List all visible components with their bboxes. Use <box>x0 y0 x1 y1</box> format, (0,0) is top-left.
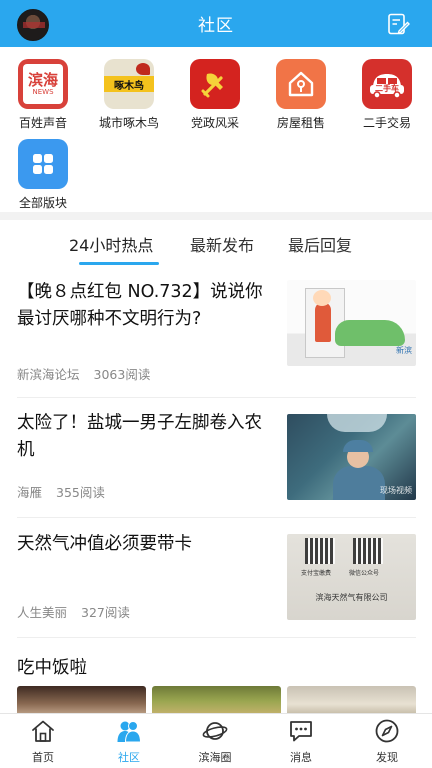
active-tab-indicator <box>79 262 159 265</box>
board-party-style[interactable]: 党政风采 <box>172 47 258 130</box>
board-bai-xing-sheng-yin[interactable]: 滨海 NEWS 百姓声音 <box>0 47 86 130</box>
post-read-count: 355阅读 <box>56 485 105 500</box>
bottom-navigation: 首页 社区 滨海圈 消息 发现 <box>0 713 432 768</box>
post-title: 【晚８点红包 NO.732】说说你最讨厌哪种不文明行为? <box>17 282 263 329</box>
board-label: 全部版块 <box>18 196 67 210</box>
used-car-icon: 二手车 <box>362 59 412 109</box>
nav-label: 消息 <box>290 751 312 764</box>
top-header: 社区 <box>0 0 432 47</box>
post-meta: 新滨海论坛 3063阅读 <box>17 364 150 383</box>
board-second-hand-trade[interactable]: 二手车 二手交易 <box>344 47 430 130</box>
post-image[interactable] <box>152 686 281 716</box>
nav-label: 滨海圈 <box>198 751 232 764</box>
feed-item[interactable]: 太险了！盐城一男子左脚卷入农机 海雁 355阅读 现场视频 <box>0 398 432 518</box>
post-read-count: 3063阅读 <box>93 367 151 382</box>
compass-icon <box>375 719 399 743</box>
news-icon-subtext: NEWS <box>32 88 54 96</box>
post-source: 新滨海论坛 <box>17 367 80 382</box>
board-house-rental[interactable]: 房屋租售 <box>258 47 344 130</box>
post-thumbnail: 支付宝缴费 微信公众号 滨海天然气有限公司 <box>287 534 416 620</box>
post-title[interactable]: 吃中饭啦 <box>17 654 87 679</box>
thumbnail-caption: 支付宝缴费 <box>301 570 332 577</box>
user-avatar[interactable] <box>17 9 49 41</box>
thumbnail-caption: 微信公众号 <box>349 570 380 577</box>
planet-icon <box>202 722 228 740</box>
all-boards-icon <box>18 139 68 189</box>
tab-24h-hot[interactable]: 24小时热点 <box>69 232 153 256</box>
board-label: 党政风采 <box>190 116 239 130</box>
board-all-boards[interactable]: 全部版块 <box>0 127 86 210</box>
nav-label: 社区 <box>118 751 140 764</box>
tab-last-reply[interactable]: 最后回复 <box>288 232 352 256</box>
thumbnail-logo: 新滨 <box>396 346 412 355</box>
news-icon-text: 滨海 <box>27 71 58 89</box>
post-meta: 人生美丽 327阅读 <box>17 602 130 621</box>
used-car-icon-text: 二手车 <box>375 84 399 93</box>
post-title: 天然气冲值必须要带卡 <box>17 534 192 554</box>
nav-home[interactable]: 首页 <box>0 714 86 768</box>
home-icon <box>32 720 54 742</box>
nav-binhai-circle[interactable]: 滨海圈 <box>172 714 258 768</box>
nav-community[interactable]: 社区 <box>86 714 172 768</box>
post-meta: 海雁 355阅读 <box>17 482 105 501</box>
board-label: 二手交易 <box>362 116 411 130</box>
party-emblem-icon <box>190 59 240 109</box>
post-image[interactable] <box>287 686 416 716</box>
post-thumbnail: 新滨 <box>287 280 416 366</box>
board-label: 房屋租售 <box>276 116 325 130</box>
community-icon <box>117 721 142 743</box>
thumbnail-watermark: 现场视频 <box>380 486 412 495</box>
nav-label: 首页 <box>32 751 54 764</box>
post-image[interactable] <box>17 686 146 716</box>
nav-messages[interactable]: 消息 <box>258 714 344 768</box>
feed-item[interactable]: 天然气冲值必须要带卡 人生美丽 327阅读 支付宝缴费 微信公众号 滨海天然气有限… <box>0 518 432 638</box>
page-title: 社区 <box>198 16 234 36</box>
post-source: 人生美丽 <box>17 605 68 620</box>
tab-latest[interactable]: 最新发布 <box>190 232 254 256</box>
board-label: 城市啄木鸟 <box>98 116 159 130</box>
post-thumbnail: 现场视频 <box>287 414 416 500</box>
board-city-woodpecker[interactable]: 啄木鸟 城市啄木鸟 <box>86 47 172 130</box>
message-icon <box>290 721 312 742</box>
house-icon <box>276 59 326 109</box>
woodpecker-icon: 啄木鸟 <box>104 59 154 109</box>
feed-item[interactable]: 【晚８点红包 NO.732】说说你最讨厌哪种不文明行为? 新滨海论坛 3063阅读… <box>0 268 432 398</box>
nav-label: 发现 <box>376 751 398 764</box>
edit-post-icon[interactable] <box>386 12 410 36</box>
woodpecker-icon-text: 啄木鸟 <box>114 80 144 92</box>
item-divider <box>17 637 416 638</box>
section-divider <box>0 212 432 220</box>
nav-discover[interactable]: 发现 <box>344 714 430 768</box>
post-title: 太险了！盐城一男子左脚卷入农机 <box>17 413 262 460</box>
post-source: 海雁 <box>17 485 43 500</box>
thumbnail-text: 滨海天然气有限公司 <box>315 593 388 602</box>
feed-tabs: 24小时热点 最新发布 最后回复 <box>0 220 432 268</box>
board-shortcut-grid: 滨海 NEWS 百姓声音 啄木鸟 城市啄木鸟 党政风采 房屋租售 二手车 二手交… <box>0 47 432 212</box>
post-read-count: 327阅读 <box>81 605 130 620</box>
binhai-news-icon: 滨海 NEWS <box>18 59 68 109</box>
